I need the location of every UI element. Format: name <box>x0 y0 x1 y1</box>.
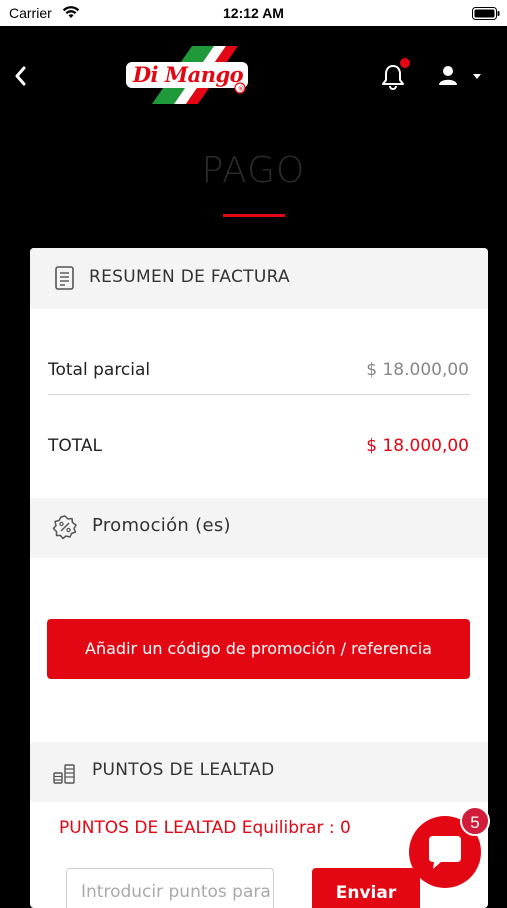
receipt-icon <box>55 266 74 290</box>
title-underline <box>223 214 285 217</box>
chevron-down-icon <box>473 74 481 79</box>
page-title: PAGO <box>201 150 306 191</box>
loyalty-points-title: PUNTOS DE LEALTAD <box>92 760 275 780</box>
divider <box>48 394 470 395</box>
logo[interactable]: ® Di Mango <box>122 44 254 106</box>
back-chevron-icon[interactable] <box>10 63 32 89</box>
invoice-summary-title: RESUMEN DE FACTURA <box>89 267 290 287</box>
loyalty-balance: PUNTOS DE LEALTAD Equilibrar : 0 <box>59 818 351 838</box>
subtotal-value: $ 18.000,00 <box>366 360 469 380</box>
status-bar: Carrier 12:12 AM <box>0 0 507 26</box>
add-promo-code-button[interactable]: Añadir un código de promoción / referenc… <box>47 619 470 679</box>
notifications-button[interactable] <box>378 58 410 92</box>
promotion-title: Promoción (es) <box>92 515 231 536</box>
discount-badge-icon <box>52 515 77 540</box>
logo-text: Di Mango <box>132 62 244 87</box>
total-value: $ 18.000,00 <box>366 436 469 456</box>
chat-unread-badge: 5 <box>460 806 490 836</box>
points-input[interactable]: Introducir puntos para usar <box>66 868 274 908</box>
loyalty-points-header: PUNTOS DE LEALTAD <box>30 742 488 802</box>
battery-icon <box>472 7 500 20</box>
invoice-summary-header: RESUMEN DE FACTURA <box>30 248 488 309</box>
total-label: TOTAL <box>48 436 102 456</box>
subtotal-label: Total parcial <box>48 360 151 380</box>
payment-card: RESUMEN DE FACTURA Total parcial $ 18.00… <box>30 248 488 908</box>
coins-icon <box>53 764 75 784</box>
notification-dot <box>400 58 410 68</box>
send-points-button[interactable]: Enviar <box>312 868 420 908</box>
user-icon <box>439 66 481 85</box>
promotion-header: Promoción (es) <box>30 498 488 558</box>
user-menu-button[interactable] <box>436 64 486 88</box>
clock: 12:12 AM <box>223 5 284 21</box>
